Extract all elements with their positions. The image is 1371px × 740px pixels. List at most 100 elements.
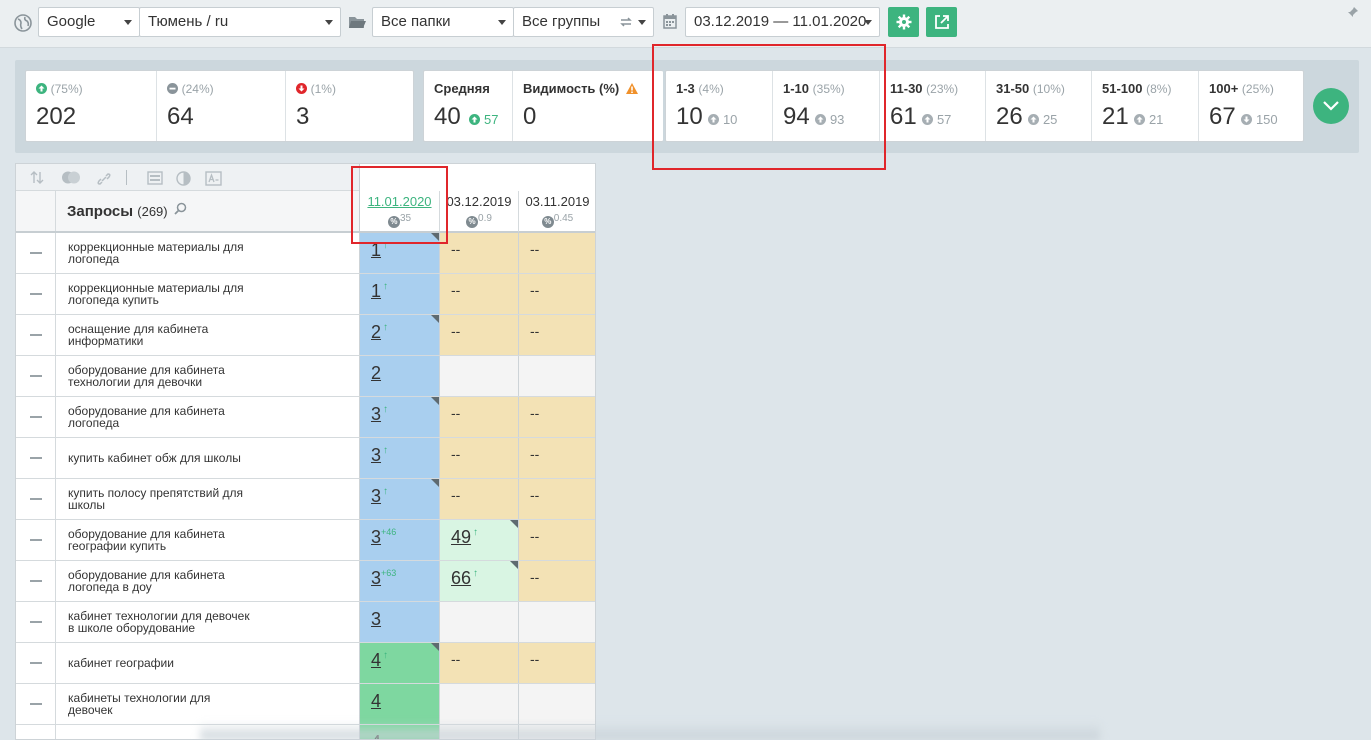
row-toggle[interactable]	[16, 684, 56, 724]
position-value[interactable]: 49	[451, 527, 471, 547]
position-cell-current[interactable]: 1 ↑	[359, 233, 439, 273]
trend-up-icon: ↑	[383, 445, 389, 456]
calendar-grid-icon[interactable]	[147, 171, 163, 185]
position-cell-current[interactable]: 4 ↑	[359, 643, 439, 683]
contrast-icon[interactable]	[176, 171, 191, 186]
row-toggle[interactable]	[16, 438, 56, 478]
row-toggle[interactable]	[16, 479, 56, 519]
settings-button[interactable]	[888, 7, 919, 37]
range-0[interactable]: 1-3 (4%) 10 10	[666, 71, 772, 141]
position-cell-old[interactable]: --	[518, 274, 595, 314]
position-value[interactable]: 3	[371, 445, 381, 465]
position-cell-old[interactable]: --	[518, 479, 595, 519]
expand-stats-button[interactable]	[1313, 88, 1349, 124]
position-cell-current[interactable]: 3 ↑	[359, 479, 439, 519]
position-cell-current[interactable]: 4	[359, 684, 439, 724]
column-date-1[interactable]: 03.12.2019	[440, 194, 518, 209]
position-cell-current[interactable]: 3 ↑	[359, 438, 439, 478]
position-cell-current[interactable]: 3 ↑	[359, 397, 439, 437]
column-date-2[interactable]: 03.11.2019	[519, 194, 595, 209]
position-cell-prev[interactable]	[439, 602, 518, 642]
warning-icon[interactable]	[625, 83, 638, 94]
position-cell-prev[interactable]: --	[439, 397, 518, 437]
position-cell-old[interactable]: --	[518, 520, 595, 560]
position-cell-prev[interactable]: --	[439, 438, 518, 478]
position-cell-old[interactable]: --	[518, 561, 595, 601]
range-1[interactable]: 1-10 (35%) 94 93	[772, 71, 879, 141]
position-cell-prev[interactable]: --	[439, 643, 518, 683]
position-value[interactable]: 4	[371, 691, 381, 711]
column-date-0[interactable]: 11.01.2020	[360, 194, 439, 209]
toggle-icon[interactable]	[61, 171, 81, 184]
position-cell-old[interactable]	[518, 684, 595, 724]
position-cell-prev[interactable]: 49 ↑	[439, 520, 518, 560]
position-value[interactable]: 3	[371, 486, 381, 506]
row-toggle[interactable]	[16, 561, 56, 601]
position-cell-prev[interactable]	[439, 684, 518, 724]
pin-icon[interactable]	[1347, 6, 1359, 18]
position-cell-current[interactable]: 1 ↑	[359, 274, 439, 314]
search-icon[interactable]	[174, 202, 187, 215]
date-column-2[interactable]: 03.11.2019 % 0.45	[518, 191, 595, 233]
row-toggle[interactable]	[16, 356, 56, 396]
position-cell-old[interactable]	[518, 356, 595, 396]
groups-select[interactable]: Все группы	[513, 7, 654, 37]
position-cell-current[interactable]: 3+63	[359, 561, 439, 601]
range-5[interactable]: 100+ (25%) 67 150	[1198, 71, 1304, 141]
date-range-select[interactable]: 03.12.2019 — 11.01.2020	[685, 7, 880, 37]
position-cell-prev[interactable]	[439, 356, 518, 396]
range-4[interactable]: 51-100 (8%) 21 21	[1091, 71, 1198, 141]
position-cell-old[interactable]: --	[518, 643, 595, 683]
position-value[interactable]: 2	[371, 322, 381, 342]
position-value[interactable]: 1	[371, 240, 381, 260]
position-value[interactable]: 3	[371, 404, 381, 424]
position-cell-old[interactable]: --	[518, 233, 595, 273]
link-icon[interactable]	[96, 171, 112, 187]
position-value[interactable]: 4	[371, 650, 381, 670]
row-toggle[interactable]	[16, 520, 56, 560]
sort-icon[interactable]	[30, 171, 44, 184]
minus-icon	[30, 252, 42, 254]
range-3[interactable]: 31-50 (10%) 26 25	[985, 71, 1091, 141]
position-cell-prev[interactable]: --	[439, 233, 518, 273]
position-cell-current[interactable]: 3+46	[359, 520, 439, 560]
row-toggle[interactable]	[16, 602, 56, 642]
position-value[interactable]: 1	[371, 281, 381, 301]
position-cell-prev[interactable]: --	[439, 315, 518, 355]
position-value[interactable]: 2	[371, 363, 381, 383]
stat-same[interactable]: (24%) 64	[156, 71, 285, 141]
range-2[interactable]: 11-30 (23%) 61 57	[879, 71, 985, 141]
folders-select[interactable]: Все папки	[372, 7, 514, 37]
position-cell-prev[interactable]: 66 ↑	[439, 561, 518, 601]
row-toggle[interactable]	[16, 315, 56, 355]
position-value[interactable]: 66	[451, 568, 471, 588]
stat-up[interactable]: (75%) 202	[26, 71, 156, 141]
position-cell-old[interactable]: --	[518, 397, 595, 437]
row-toggle[interactable]	[16, 233, 56, 273]
position-cell-prev[interactable]: --	[439, 274, 518, 314]
table-row: коррекционные материалы для логопеда купи…	[16, 274, 595, 315]
position-cell-old[interactable]: --	[518, 315, 595, 355]
row-toggle[interactable]	[16, 397, 56, 437]
date-column-0[interactable]: 11.01.2020 % 35	[359, 191, 439, 233]
position-value[interactable]: 3	[371, 568, 381, 588]
queries-title[interactable]: Запросы (269)	[67, 202, 187, 220]
position-value[interactable]: 3	[371, 609, 381, 629]
position-cell-current[interactable]: 2 ↑	[359, 315, 439, 355]
region-select[interactable]: Тюмень / ru	[139, 7, 341, 37]
position-cell-old[interactable]	[518, 602, 595, 642]
row-toggle[interactable]	[16, 274, 56, 314]
text-icon[interactable]	[205, 171, 222, 186]
row-toggle[interactable]	[16, 725, 56, 739]
date-column-1[interactable]: 03.12.2019 % 0.9	[439, 191, 518, 233]
position-cell-prev[interactable]: --	[439, 479, 518, 519]
position-cell-old[interactable]: --	[518, 438, 595, 478]
position-value[interactable]: 3	[371, 527, 381, 547]
select-all-cell[interactable]	[16, 191, 56, 231]
search-engine-select[interactable]: Google	[38, 7, 140, 37]
stat-down[interactable]: (1%) 3	[285, 71, 414, 141]
position-cell-current[interactable]: 3	[359, 602, 439, 642]
row-toggle[interactable]	[16, 643, 56, 683]
export-button[interactable]	[926, 7, 957, 37]
position-cell-current[interactable]: 2	[359, 356, 439, 396]
